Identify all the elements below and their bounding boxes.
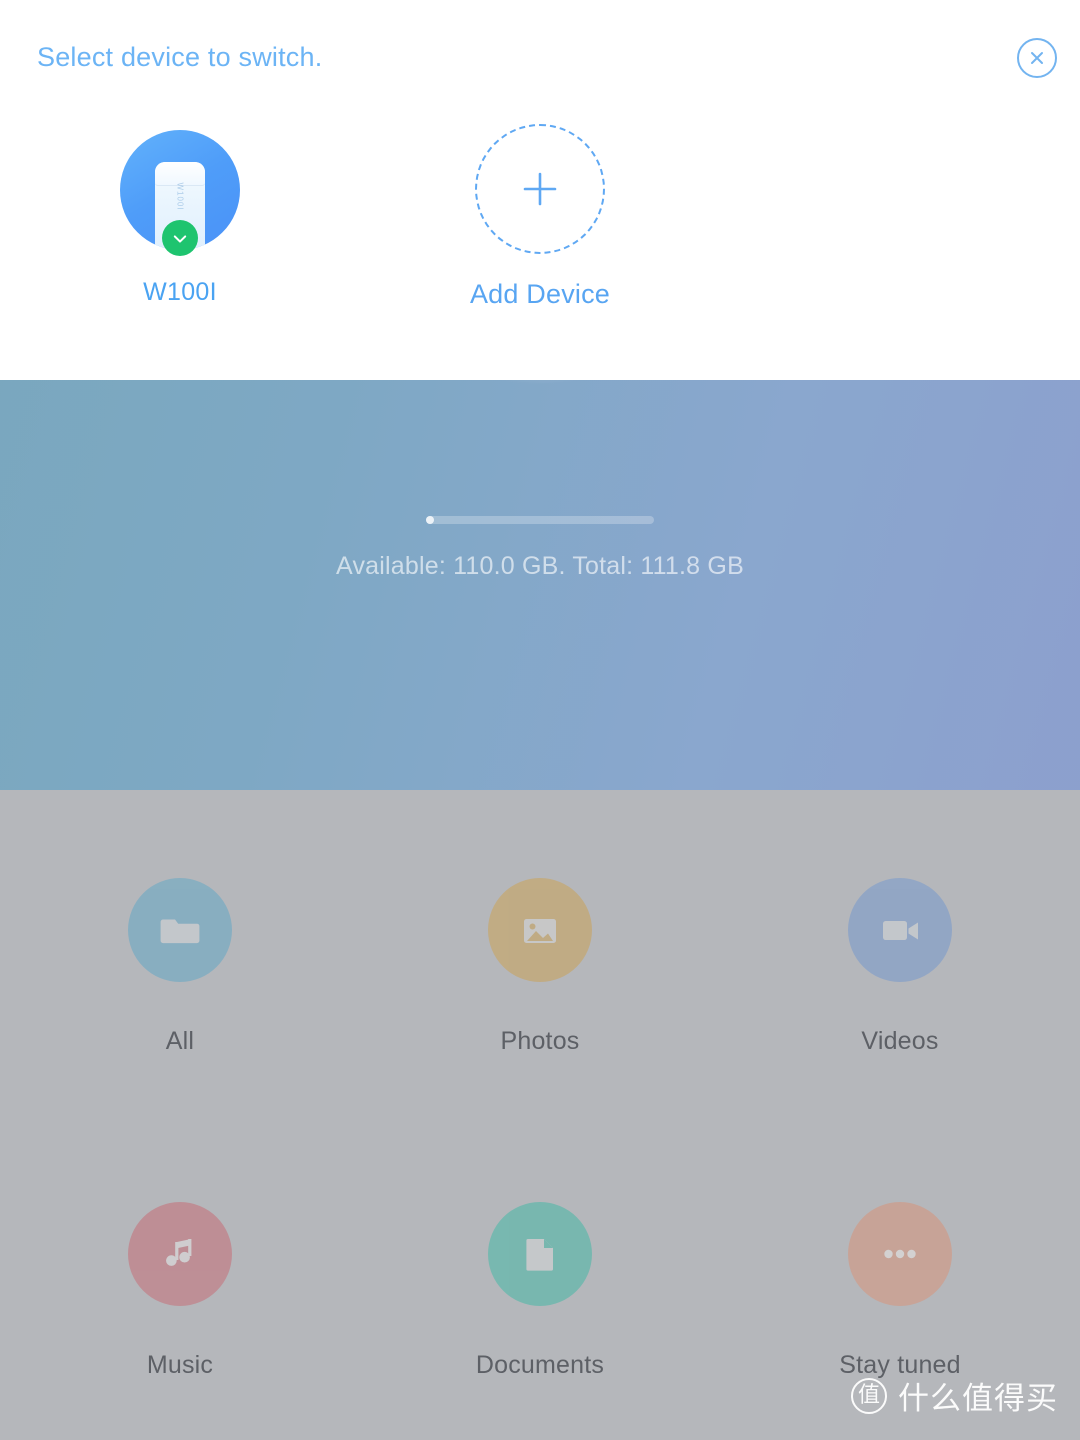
category-panel: All Photos Videos Music Documents Stay t…	[0, 790, 1080, 1440]
storage-progress-bar	[426, 516, 654, 524]
device-switch-sheet: Select device to switch. W100I W100I Add…	[0, 0, 1080, 380]
storage-progress-fill	[426, 516, 434, 524]
category-row-2: Music Documents Stay tuned	[0, 1202, 1080, 1380]
category-row-1: All Photos Videos	[0, 878, 1080, 1056]
add-device-circle	[475, 124, 605, 254]
folder-icon	[128, 878, 232, 982]
category-item-documents[interactable]: Documents	[360, 1202, 720, 1380]
plus-icon	[523, 172, 557, 206]
category-item-music[interactable]: Music	[0, 1202, 360, 1380]
device-item-w100i[interactable]: W100I W100I	[0, 130, 360, 310]
music-note-icon	[128, 1202, 232, 1306]
category-label: Documents	[475, 1351, 605, 1379]
app-root: Available: 110.0 GB. Total: 111.8 GB All	[0, 0, 1080, 1440]
usb-brand-text: W100I	[175, 182, 185, 211]
category-label: Videos	[861, 1027, 939, 1055]
ellipsis-icon	[848, 1202, 952, 1306]
image-icon	[488, 878, 592, 982]
close-circle-icon[interactable]	[1017, 38, 1057, 78]
page-title: Select device to switch.	[37, 42, 323, 72]
watermark: 值 什么值得买	[851, 1373, 1058, 1418]
usb-drive-icon: W100I	[120, 130, 240, 256]
category-item-stay-tuned[interactable]: Stay tuned	[720, 1202, 1080, 1380]
check-badge-icon	[162, 220, 198, 256]
category-item-all[interactable]: All	[0, 878, 360, 1056]
category-label: Music	[146, 1351, 214, 1379]
category-item-photos[interactable]: Photos	[360, 878, 720, 1056]
category-item-videos[interactable]: Videos	[720, 878, 1080, 1056]
watermark-text: 什么值得买	[898, 1381, 1058, 1417]
document-icon	[488, 1202, 592, 1306]
video-icon	[848, 878, 952, 982]
add-device-label: Add Device	[469, 279, 611, 309]
device-label: W100I	[143, 278, 217, 306]
storage-text: Available: 110.0 GB. Total: 111.8 GB	[336, 552, 744, 580]
add-device-button[interactable]: Add Device	[360, 124, 720, 310]
watermark-badge: 值	[851, 1377, 887, 1414]
device-list: W100I W100I Add Device	[0, 124, 1080, 310]
category-label: Photos	[500, 1027, 580, 1055]
category-label: All	[165, 1027, 195, 1055]
